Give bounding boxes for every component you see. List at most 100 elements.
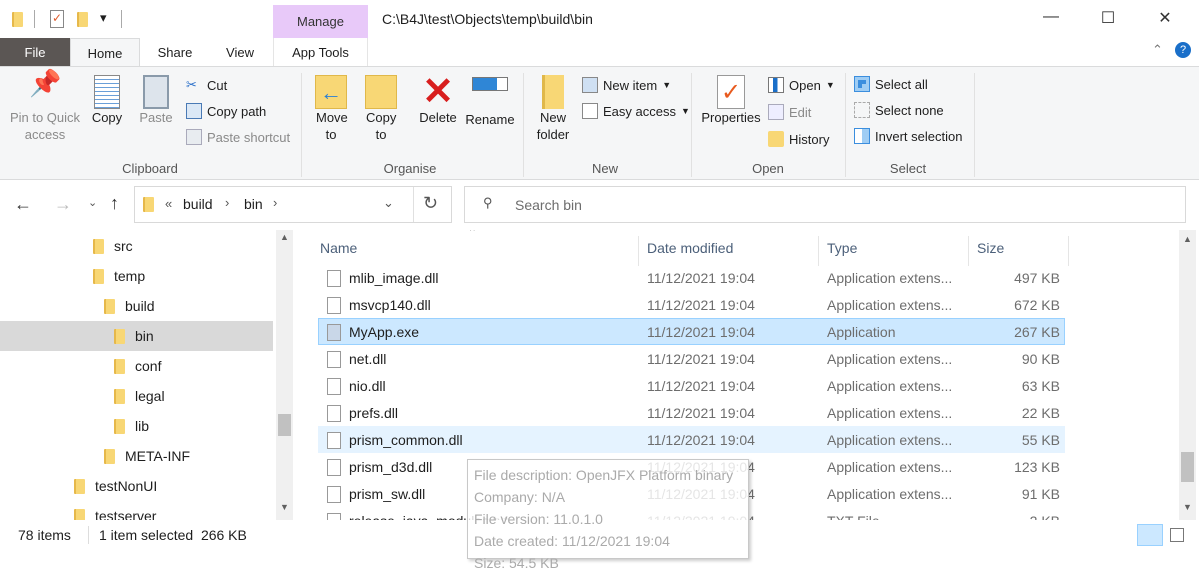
scroll-down-icon[interactable]: ▼ bbox=[1179, 502, 1196, 512]
file-row[interactable]: MyApp.exe 11/12/2021 19:04 Application 2… bbox=[318, 318, 1065, 345]
nav-item-build[interactable]: build bbox=[0, 291, 273, 321]
nav-item-legal[interactable]: legal bbox=[0, 381, 273, 411]
delete-icon: ✕ bbox=[422, 71, 454, 113]
close-button[interactable]: ✕ bbox=[1155, 8, 1175, 28]
up-button[interactable]: ↑ bbox=[110, 193, 119, 214]
file-name: prism_common.dll bbox=[349, 432, 463, 448]
back-button[interactable]: ← bbox=[14, 194, 32, 215]
edit-icon bbox=[768, 104, 784, 120]
file-row[interactable]: net.dll 11/12/2021 19:04 Application ext… bbox=[318, 345, 1065, 372]
large-icons-view-button[interactable] bbox=[1170, 528, 1184, 542]
qat-dropdown[interactable]: ▾ bbox=[100, 10, 107, 26]
select-none-button[interactable]: Select none bbox=[854, 99, 944, 121]
search-box[interactable]: ⚲ Search bin bbox=[464, 186, 1186, 223]
nav-item-testserver[interactable]: testserver bbox=[0, 501, 273, 520]
ribbon: 📌 Pin to Quick access Copy Paste ✂ Cut Co… bbox=[0, 66, 1199, 180]
nav-item-temp[interactable]: temp bbox=[0, 261, 273, 291]
recent-locations-button[interactable]: ⌄ bbox=[88, 196, 97, 209]
dll-file-icon bbox=[327, 405, 341, 422]
rename-button[interactable]: Rename bbox=[464, 67, 516, 128]
file-type: Application extens... bbox=[827, 486, 953, 502]
new-folder-button[interactable]: New folder bbox=[530, 67, 576, 143]
breadcrumb-build[interactable]: build bbox=[183, 196, 213, 212]
tab-view[interactable]: View bbox=[210, 38, 270, 66]
collapse-ribbon-icon[interactable]: ⌃ bbox=[1152, 42, 1163, 58]
file-row[interactable]: prism_common.dll 11/12/2021 19:04 Applic… bbox=[318, 426, 1065, 453]
move-to-button[interactable]: ← Move to bbox=[308, 67, 354, 143]
folder-icon bbox=[12, 12, 23, 27]
nav-item-bin[interactable]: bin bbox=[0, 321, 273, 351]
select-all-label: Select all bbox=[875, 76, 928, 92]
scroll-down-icon[interactable]: ▼ bbox=[276, 502, 293, 512]
tab-home[interactable]: Home bbox=[70, 38, 140, 67]
details-view-button[interactable] bbox=[1137, 524, 1163, 546]
nav-item-meta-inf[interactable]: META-INF bbox=[0, 441, 273, 471]
invert-selection-button[interactable]: Invert selection bbox=[854, 125, 962, 147]
file-row[interactable]: prefs.dll 11/12/2021 19:04 Application e… bbox=[318, 399, 1065, 426]
breadcrumb-overflow[interactable]: « bbox=[165, 196, 172, 211]
properties-qat-icon[interactable]: ✓ bbox=[50, 10, 64, 28]
tab-file[interactable]: File bbox=[0, 38, 70, 66]
file-size: 497 KB bbox=[1014, 270, 1060, 286]
cut-button[interactable]: ✂ Cut bbox=[186, 74, 227, 96]
open-button[interactable]: Open ▼ bbox=[768, 74, 835, 96]
scroll-up-icon[interactable]: ▲ bbox=[276, 232, 293, 242]
file-row[interactable]: nio.dll 11/12/2021 19:04 Application ext… bbox=[318, 372, 1065, 399]
nav-scrollbar[interactable]: ▲ ▼ bbox=[276, 230, 293, 520]
new-folder-qat-icon[interactable] bbox=[77, 12, 88, 27]
address-dropdown-icon[interactable]: ⌄ bbox=[383, 195, 394, 211]
minimize-button[interactable]: — bbox=[1041, 8, 1061, 26]
tab-app-tools[interactable]: App Tools bbox=[273, 38, 368, 66]
file-name: net.dll bbox=[349, 351, 387, 367]
scissors-icon: ✂ bbox=[186, 77, 197, 92]
nav-item-testnonui[interactable]: testNonUI bbox=[0, 471, 273, 501]
chevron-right-icon[interactable]: › bbox=[225, 195, 229, 210]
invert-selection-label: Invert selection bbox=[875, 128, 963, 144]
edit-button[interactable]: Edit bbox=[768, 101, 811, 123]
tooltip-line: File description: OpenJFX Platform binar… bbox=[474, 467, 734, 483]
nav-item-src[interactable]: src bbox=[0, 231, 273, 261]
file-size: 55 KB bbox=[1021, 432, 1060, 448]
file-row[interactable]: msvcp140.dll 11/12/2021 19:04 Applicatio… bbox=[318, 291, 1065, 318]
folder-icon bbox=[143, 197, 154, 212]
nav-item-conf[interactable]: conf bbox=[0, 351, 273, 381]
nav-item-lib[interactable]: lib bbox=[0, 411, 273, 441]
delete-button[interactable]: ✕ Delete bbox=[414, 67, 462, 126]
forward-button[interactable]: → bbox=[54, 194, 72, 215]
file-list-scrollbar[interactable]: ▲ ▼ bbox=[1179, 230, 1196, 520]
column-header-date[interactable]: Date modified bbox=[639, 236, 819, 266]
copy-to-button[interactable]: Copy to bbox=[358, 67, 404, 143]
new-item-button[interactable]: New item ▼ bbox=[582, 74, 671, 96]
file-size: 2 KB bbox=[1030, 513, 1060, 520]
file-row[interactable]: mlib_image.dll 11/12/2021 19:04 Applicat… bbox=[318, 264, 1065, 291]
paste-button[interactable]: Paste bbox=[134, 67, 178, 126]
pin-to-quick-access-button[interactable]: 📌 Pin to Quick access bbox=[4, 67, 86, 143]
select-group-label: Select bbox=[889, 161, 927, 176]
paste-shortcut-button[interactable]: Paste shortcut bbox=[186, 126, 290, 148]
chevron-right-icon[interactable]: › bbox=[273, 195, 277, 210]
copy-button[interactable]: Copy bbox=[86, 67, 128, 126]
scroll-thumb[interactable] bbox=[1181, 452, 1194, 482]
copy-path-button[interactable]: Copy path bbox=[186, 100, 266, 122]
file-date: 11/12/2021 19:04 bbox=[647, 297, 755, 313]
nav-label: testserver bbox=[95, 508, 157, 520]
dll-file-icon bbox=[327, 297, 341, 314]
easy-access-button[interactable]: Easy access ▼ bbox=[582, 100, 690, 122]
select-all-button[interactable]: Select all bbox=[854, 73, 928, 95]
address-bar[interactable]: « build › bin › ⌄ ↻ bbox=[134, 186, 452, 223]
breadcrumb-bin[interactable]: bin bbox=[244, 196, 263, 212]
nav-label: bin bbox=[135, 328, 154, 344]
column-header-size[interactable]: Size bbox=[969, 236, 1069, 266]
scroll-thumb[interactable] bbox=[278, 414, 291, 436]
column-header-type[interactable]: Type bbox=[819, 236, 969, 266]
help-icon[interactable]: ? bbox=[1175, 42, 1191, 58]
properties-button[interactable]: ✓ Properties bbox=[698, 67, 764, 126]
scroll-up-icon[interactable]: ▲ bbox=[1179, 234, 1196, 244]
column-header-name[interactable]: Name bbox=[300, 236, 639, 266]
tab-share[interactable]: Share bbox=[140, 38, 210, 66]
properties-icon: ✓ bbox=[717, 75, 745, 109]
refresh-button[interactable]: ↻ bbox=[423, 193, 438, 214]
history-button[interactable]: History bbox=[768, 128, 829, 150]
folder-icon bbox=[104, 448, 115, 464]
maximize-button[interactable]: ☐ bbox=[1098, 8, 1118, 28]
